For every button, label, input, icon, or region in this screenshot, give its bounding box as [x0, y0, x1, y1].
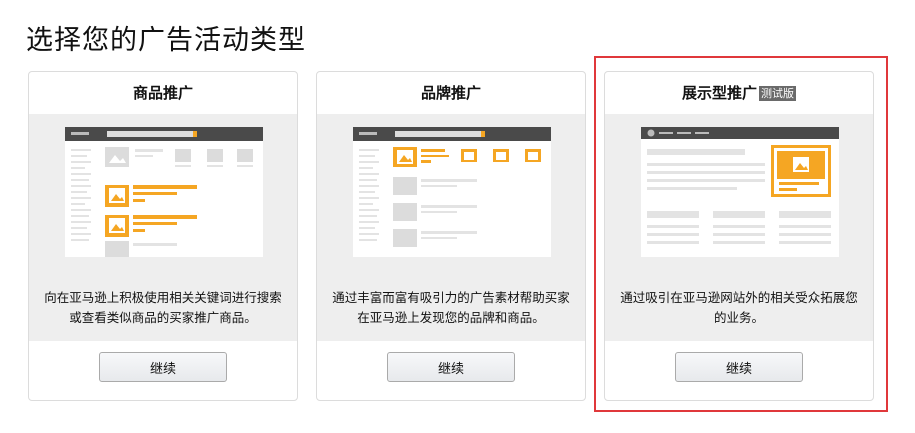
- beta-badge: 测试版: [759, 86, 796, 101]
- card-sponsored-products: 商品推广 向在亚马逊上积极使用相关关键词进行搜索或查看类似商品的买家推广商品。 …: [28, 71, 298, 401]
- card-title: 商品推广: [132, 84, 193, 102]
- webpage-mockup-image: [641, 127, 839, 257]
- card-description: 向在亚马逊上积极使用相关关键词进行搜索或查看类似商品的买家推广商品。: [44, 290, 282, 325]
- card-title-text: 展示型推广: [681, 84, 757, 102]
- card-title: 展示型推广 测试版: [605, 82, 873, 103]
- webpage-mockup-image: [65, 127, 263, 257]
- continue-button-sponsored-products[interactable]: 继续: [99, 352, 227, 382]
- continue-button-sponsored-brands[interactable]: 继续: [387, 352, 515, 382]
- card-sponsored-brands: 品牌推广 通过丰富而富有吸引力的广告素材帮助买家在亚马逊上发现您的品牌和商品。 …: [316, 71, 586, 401]
- webpage-mockup-image: [353, 127, 551, 257]
- card-sponsored-display: 展示型推广 测试版 通过吸引在亚马逊网站外的相关受众拓展您的业务。 继续: [604, 71, 874, 401]
- continue-button-sponsored-display[interactable]: 继续: [675, 352, 803, 382]
- card-description: 通过吸引在亚马逊网站外的相关受众拓展您的业务。: [620, 290, 858, 325]
- card-description: 通过丰富而富有吸引力的广告素材帮助买家在亚马逊上发现您的品牌和商品。: [332, 290, 570, 325]
- page-title: 选择您的广告活动类型: [26, 25, 306, 56]
- card-title: 品牌推广: [420, 84, 481, 102]
